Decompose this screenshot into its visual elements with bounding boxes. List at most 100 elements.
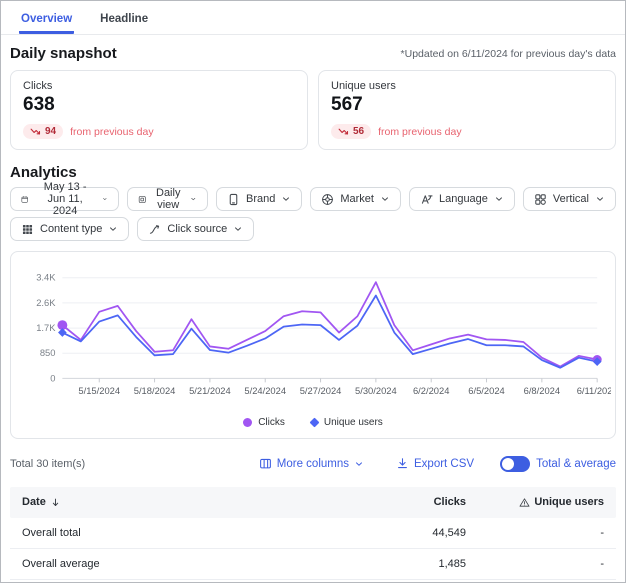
column-header-clicks[interactable]: Clicks (318, 496, 478, 508)
chevron-down-icon (102, 194, 108, 204)
cell-unique-users: - (478, 527, 616, 539)
svg-text:6/5/2024: 6/5/2024 (468, 386, 504, 396)
cell-date: Overall total (10, 527, 318, 539)
daily-snapshot-title: Daily snapshot (10, 45, 117, 62)
items-summary: Total 30 item(s) (10, 458, 85, 470)
tab-bar: Overview Headline (1, 1, 625, 35)
filter-language[interactable]: Language (409, 187, 515, 211)
column-header-unique-users[interactable]: Unique users (478, 496, 616, 508)
more-columns-label: More columns (277, 458, 349, 470)
table-header-row: Date Clicks Unique users (10, 487, 616, 518)
svg-text:5/21/2024: 5/21/2024 (189, 386, 231, 396)
analytics-filters: May 13 - Jun 11, 2024 Daily view Brand Mark… (10, 187, 616, 241)
svg-text:1.7K: 1.7K (36, 323, 56, 333)
trend-down-icon (338, 126, 349, 137)
cell-unique-users: - (478, 558, 616, 570)
series-unique-users (62, 296, 597, 368)
content-type-icon (21, 223, 34, 236)
clicks-card-value: 638 (23, 94, 295, 116)
unique-users-change-value: 56 (353, 126, 364, 137)
unique-users-card-label: Unique users (331, 80, 603, 92)
table-row: Overall average1,485- (10, 549, 616, 580)
unique-users-card: Unique users 567 56 from previous day (318, 70, 616, 150)
total-average-toggle[interactable] (500, 456, 530, 472)
clicks-change-indicator: 94 from previous day (23, 124, 295, 139)
svg-text:6/2/2024: 6/2/2024 (413, 386, 449, 396)
svg-text:6/8/2024: 6/8/2024 (524, 386, 560, 396)
unique-users-change-suffix: from previous day (378, 126, 461, 138)
export-csv-button[interactable]: Export CSV (390, 456, 480, 471)
filter-market-label: Market (340, 193, 374, 205)
filter-click-source[interactable]: Click source (137, 217, 254, 241)
unique-users-card-value: 567 (331, 94, 603, 116)
chevron-down-icon (108, 224, 118, 234)
chevron-down-icon (281, 194, 291, 204)
updated-note: *Updated on 6/11/2024 for previous day's… (401, 48, 616, 60)
filter-vertical[interactable]: Vertical (523, 187, 616, 211)
total-average-toggle-wrap: Total & average (500, 456, 616, 472)
filter-language-label: Language (439, 193, 488, 205)
svg-text:5/27/2024: 5/27/2024 (300, 386, 342, 396)
snapshot-cards: Clicks 638 94 from previous day Unique u… (10, 70, 616, 150)
trend-down-icon (30, 126, 41, 137)
svg-text:0: 0 (50, 373, 55, 383)
filter-vertical-label: Vertical (553, 193, 589, 205)
svg-text:5/15/2024: 5/15/2024 (78, 386, 120, 396)
filter-row: Content type Click source (10, 217, 616, 241)
chevron-down-icon (494, 194, 504, 204)
brand-icon (227, 193, 240, 206)
calendar-icon (21, 193, 28, 206)
clicks-change-suffix: from previous day (70, 126, 153, 138)
filter-content-type[interactable]: Content type (10, 217, 129, 241)
columns-icon (259, 457, 272, 470)
column-header-date[interactable]: Date (10, 496, 318, 508)
tab-headline[interactable]: Headline (98, 5, 150, 34)
filter-brand[interactable]: Brand (216, 187, 302, 211)
cell-clicks: 44,549 (318, 527, 478, 539)
svg-text:3.4K: 3.4K (36, 273, 56, 283)
legend-diamond-marker (309, 418, 319, 428)
chart-legend: Clicks Unique users (15, 410, 611, 436)
total-average-label: Total & average (536, 458, 616, 470)
legend-item-clicks: Clicks (243, 417, 285, 428)
market-icon (321, 193, 334, 206)
click-source-icon (148, 223, 161, 236)
filter-date-range-label: May 13 - Jun 11, 2024 (34, 181, 96, 217)
series-clicks (62, 282, 597, 366)
table-controls: Total 30 item(s) More columns Export CSV… (10, 451, 616, 477)
download-icon (396, 457, 409, 470)
analytics-chart-card: 08501.7K2.6K3.4K5/15/20245/18/20245/21/2… (10, 251, 616, 439)
svg-text:2.6K: 2.6K (36, 298, 56, 308)
svg-text:6/11/2024: 6/11/2024 (577, 386, 611, 396)
analytics-title: Analytics (10, 164, 77, 181)
filter-view-granularity-label: Daily view (152, 187, 184, 211)
analytics-line-chart: 08501.7K2.6K3.4K5/15/20245/18/20245/21/2… (15, 260, 611, 410)
vertical-icon (534, 193, 547, 206)
filter-date-range[interactable]: May 13 - Jun 11, 2024 (10, 187, 119, 211)
tab-overview[interactable]: Overview (19, 5, 74, 34)
legend-item-unique-users: Unique users (311, 417, 383, 428)
table-body: Overall total44,549-Overall average1,485… (10, 518, 616, 583)
chevron-down-icon (380, 194, 390, 204)
export-csv-label: Export CSV (414, 458, 474, 470)
chevron-down-icon (595, 194, 605, 204)
clicks-change-value: 94 (45, 126, 56, 137)
table-row: Overall total44,549- (10, 518, 616, 549)
svg-text:5/18/2024: 5/18/2024 (134, 386, 176, 396)
svg-text:5/30/2024: 5/30/2024 (355, 386, 397, 396)
chevron-down-icon (233, 224, 243, 234)
more-columns-button[interactable]: More columns (253, 456, 370, 471)
filter-view-granularity[interactable]: Daily view (127, 187, 208, 211)
language-icon (420, 193, 433, 206)
legend-circle-marker (243, 418, 252, 427)
unique-users-change-indicator: 56 from previous day (331, 124, 603, 139)
clicks-card: Clicks 638 94 from previous day (10, 70, 308, 150)
clicks-card-label: Clicks (23, 80, 295, 92)
data-table: Date Clicks Unique users Overall total44… (10, 487, 616, 583)
chevron-down-icon (354, 459, 364, 469)
dashboard-page: Overview Headline Daily snapshot *Update… (0, 0, 626, 583)
filter-row: May 13 - Jun 11, 2024 Daily view Brand Mark… (10, 187, 616, 211)
filter-market[interactable]: Market (310, 187, 401, 211)
filter-brand-label: Brand (246, 193, 275, 205)
warning-icon (519, 497, 530, 508)
